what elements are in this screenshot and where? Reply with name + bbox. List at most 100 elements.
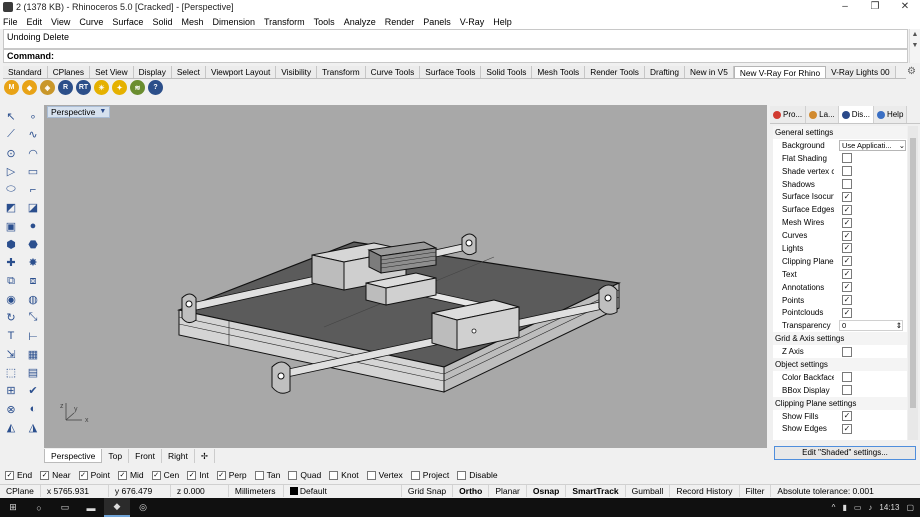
osnap-tan[interactable]: Tan — [254, 470, 280, 480]
panel-tab-3[interactable]: Help — [873, 106, 908, 123]
menu-view[interactable]: View — [51, 17, 70, 27]
viewport-tab-front[interactable]: Front — [129, 449, 162, 463]
rhino-taskbar-icon[interactable]: ◆ — [104, 498, 130, 517]
menu-solid[interactable]: Solid — [152, 17, 172, 27]
viewport-tab-right[interactable]: Right — [162, 449, 195, 463]
toolbar-tab-new-v-ray-for-rhino[interactable]: New V-Ray For Rhino — [733, 66, 827, 78]
paint-icon[interactable]: ◭ — [2, 419, 20, 436]
panel-scrollbar[interactable] — [908, 126, 918, 440]
menu-dimension[interactable]: Dimension — [212, 17, 255, 27]
vray-m-icon[interactable]: M — [4, 80, 19, 95]
menu-curve[interactable]: Curve — [79, 17, 103, 27]
menu-mesh[interactable]: Mesh — [181, 17, 203, 27]
text-icon[interactable]: T — [2, 328, 20, 345]
toolbar-tab-display[interactable]: Display — [133, 66, 172, 78]
osnap-checkbox[interactable]: ✓ — [40, 470, 50, 480]
minimize-button[interactable]: – — [830, 0, 860, 14]
osnap-disable[interactable]: Disable — [457, 470, 498, 480]
tray-arrow-icon[interactable]: ^ — [832, 503, 836, 512]
scale-icon[interactable]: ⤡ — [24, 309, 42, 326]
toolbar-tab-v-ray-lights-00[interactable]: V-Ray Lights 00 — [826, 66, 896, 78]
menu-help[interactable]: Help — [493, 17, 512, 27]
setting-checkbox[interactable]: ✓ — [842, 230, 852, 241]
vray-render-icon[interactable]: R — [58, 80, 73, 95]
fillet-icon[interactable]: ⌐ — [24, 181, 42, 198]
explode-icon[interactable]: ✸ — [24, 254, 42, 271]
toolbar-tab-set-view[interactable]: Set View — [90, 66, 134, 78]
polygon-icon[interactable]: ▷ — [2, 163, 20, 180]
setting-checkbox[interactable] — [842, 166, 852, 177]
osnap-knot[interactable]: Knot — [329, 470, 359, 480]
volume-icon[interactable]: ♪ — [868, 503, 872, 512]
render-icon[interactable]: ◐ — [24, 401, 42, 418]
toolbar-tab-select[interactable]: Select — [171, 66, 206, 78]
array-icon[interactable]: ▦ — [24, 346, 42, 363]
notifications-icon[interactable]: ▢ — [906, 503, 914, 512]
surface-edit-icon[interactable]: ◪ — [24, 199, 42, 216]
task-view-icon[interactable]: ▭ — [52, 498, 78, 517]
smarttrack-toggle[interactable]: SmartTrack — [566, 485, 626, 497]
planar-toggle[interactable]: Planar — [489, 485, 527, 497]
toolbar-tab-drafting[interactable]: Drafting — [644, 66, 686, 78]
fillet-solid-icon[interactable]: ◉ — [2, 291, 20, 308]
osnap-point[interactable]: ✓ Point — [78, 470, 110, 480]
arc-icon[interactable]: ◠ — [24, 145, 42, 162]
toolbar-tab-visibility[interactable]: Visibility — [276, 66, 318, 78]
toolbar-options-icon[interactable]: ⚙ — [907, 66, 916, 77]
toolbar-tab-mesh-tools[interactable]: Mesh Tools — [532, 66, 586, 78]
toolbar-tab-cplanes[interactable]: CPlanes — [47, 66, 91, 78]
osnap-checkbox[interactable]: ✓ — [151, 470, 161, 480]
toolbar-tab-standard[interactable]: Standard — [3, 66, 48, 78]
osnap-checkbox[interactable] — [457, 470, 467, 480]
select-arrow-icon[interactable]: ↖ — [2, 108, 20, 125]
osnap-vertex[interactable]: Vertex — [366, 470, 403, 480]
circle-icon[interactable]: ⊙ — [2, 145, 20, 162]
osnap-cen[interactable]: ✓ Cen — [151, 470, 179, 480]
menu-edit[interactable]: Edit — [27, 17, 43, 27]
setting-checkbox[interactable]: ✓ — [842, 204, 852, 215]
extrude-icon[interactable]: ⬣ — [24, 236, 42, 253]
osnap-checkbox[interactable] — [329, 470, 339, 480]
osnap-checkbox[interactable]: ✓ — [117, 470, 127, 480]
surface-icon[interactable]: ◩ — [2, 199, 20, 216]
cube-view-icon[interactable]: ⬚ — [2, 364, 20, 381]
transform-icon[interactable]: ⇲ — [2, 346, 20, 363]
mesh-icon[interactable]: ⬢ — [2, 236, 20, 253]
viewport-tab-perspective[interactable]: Perspective — [44, 449, 103, 463]
setting-checkbox[interactable] — [842, 153, 852, 164]
panel-tab-0[interactable]: Pro... — [770, 106, 807, 123]
toolbar-tab-solid-tools[interactable]: Solid Tools — [481, 66, 533, 78]
clock[interactable]: 14:13 — [879, 503, 899, 512]
units-display[interactable]: Millimeters — [229, 485, 284, 497]
setting-checkbox[interactable]: ✓ — [842, 307, 852, 318]
transparency-input[interactable]: 0 ⇕ — [839, 320, 903, 332]
blend-icon[interactable]: ◍ — [24, 291, 42, 308]
restore-button[interactable]: ❐ — [860, 0, 890, 14]
menu-transform[interactable]: Transform — [264, 17, 305, 27]
curve-icon[interactable]: ∿ — [24, 126, 42, 143]
osnap-checkbox[interactable] — [254, 470, 264, 480]
osnap-checkbox[interactable]: ✓ — [5, 470, 14, 480]
setting-checkbox[interactable]: ✓ — [842, 423, 852, 434]
vray-material-icon[interactable]: ◆ — [22, 80, 37, 95]
command-scrollbar[interactable]: ▲ ▼ — [909, 29, 920, 63]
setting-checkbox[interactable]: ✓ — [842, 282, 852, 293]
osnap-quad[interactable]: Quad — [288, 470, 321, 480]
osnap-checkbox[interactable]: ✓ — [187, 470, 197, 480]
analysis-icon[interactable]: ⊗ — [2, 401, 20, 418]
grid-snap-toggle[interactable]: Grid Snap — [402, 485, 454, 497]
toolbar-tab-new-in-v5[interactable]: New in V5 — [685, 66, 734, 78]
close-button[interactable]: ✕ — [890, 0, 920, 14]
chevron-down-icon[interactable]: ⌄ — [899, 141, 905, 150]
perspective-viewport[interactable]: Perspective ▼ z y x — [44, 105, 767, 448]
setting-checkbox[interactable]: ✓ — [842, 191, 852, 202]
light-icon[interactable]: ◮ — [24, 419, 42, 436]
setting-checkbox[interactable] — [842, 179, 852, 189]
rotate-icon[interactable]: ↻ — [2, 309, 20, 326]
battery-icon[interactable]: ▭ — [854, 503, 862, 512]
edit-shaded-settings-button[interactable]: Edit "Shaded" settings... — [774, 446, 916, 460]
record-history-toggle[interactable]: Record History — [670, 485, 740, 497]
point-icon[interactable]: ∘ — [24, 108, 42, 125]
panel-tab-1[interactable]: La... — [806, 106, 839, 123]
filter-toggle[interactable]: Filter — [740, 485, 772, 497]
